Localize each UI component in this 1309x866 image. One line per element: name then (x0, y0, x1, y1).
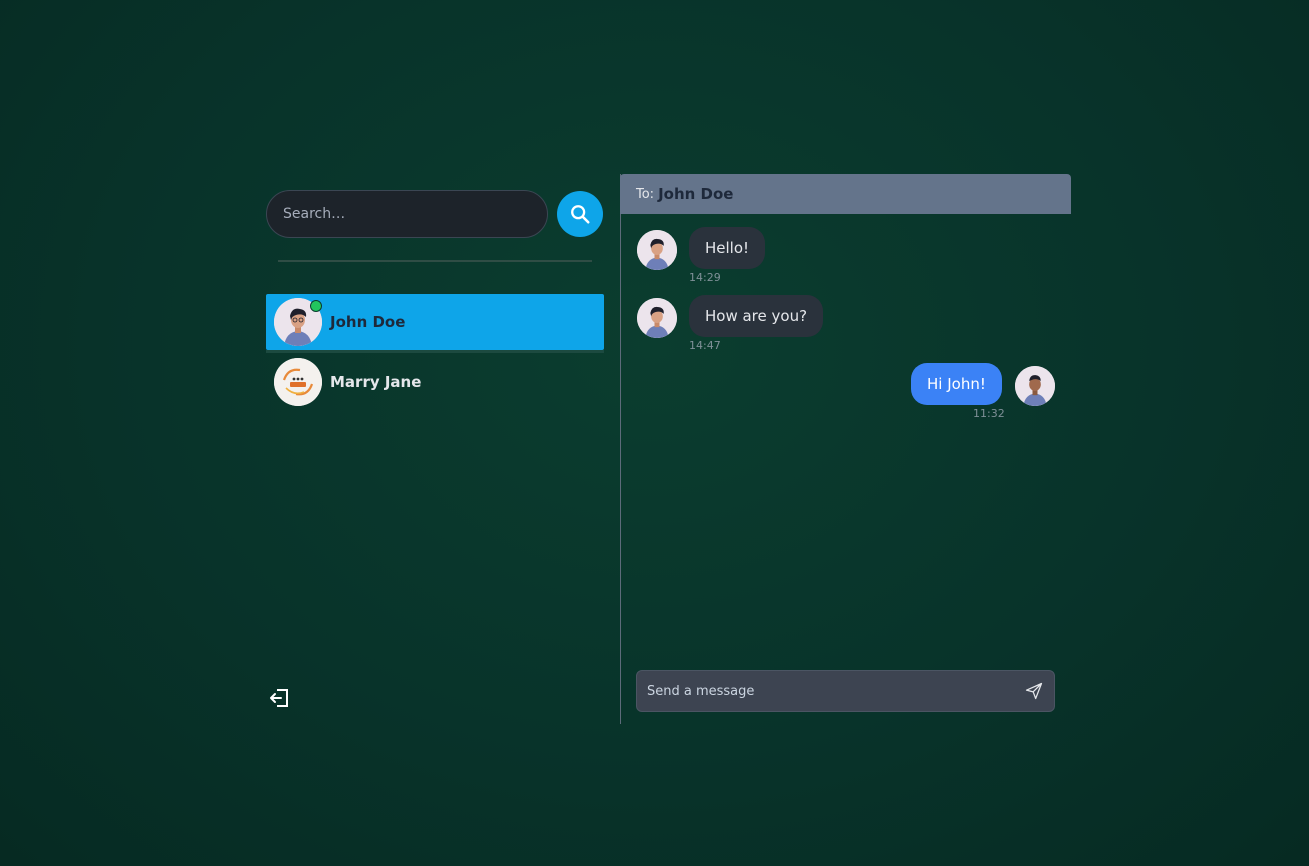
message-time: 14:29 (689, 271, 721, 284)
message-time: 11:32 (973, 407, 1005, 420)
search-button[interactable] (557, 191, 603, 237)
contact-separator (266, 350, 604, 353)
send-icon (1025, 682, 1043, 700)
recipient-name: John Doe (658, 185, 734, 203)
sidebar: John Doe Marry Jane (266, 174, 621, 724)
chat-header: To: John Doe (620, 174, 1071, 214)
logo-avatar (274, 358, 322, 406)
message-time: 14:47 (689, 339, 721, 352)
message-input[interactable] (637, 671, 1007, 711)
search-input[interactable] (266, 190, 548, 238)
contact-john-doe[interactable]: John Doe (266, 294, 604, 350)
search-row (266, 190, 604, 238)
to-label: To: (636, 186, 655, 202)
contact-name: John Doe (330, 313, 406, 331)
message-composer (636, 670, 1055, 712)
contact-avatar-wrap (274, 358, 322, 406)
sender-avatar (637, 298, 677, 338)
contact-marry-jane[interactable]: Marry Jane (266, 354, 604, 410)
logout-icon (270, 689, 288, 707)
contact-name: Marry Jane (330, 373, 422, 391)
message-bubble: Hi John! (911, 363, 1002, 405)
search-icon (571, 205, 590, 224)
chat-panel: To: John Doe Hello! 14:29 How are you? 1… (620, 174, 1071, 724)
sender-avatar (637, 230, 677, 270)
message-bubble: Hello! (689, 227, 766, 269)
chat-app: John Doe Marry Jane (266, 174, 1071, 724)
send-button[interactable] (1024, 681, 1044, 701)
sidebar-divider (278, 260, 592, 262)
online-status-dot (310, 300, 322, 312)
logout-button[interactable] (268, 686, 292, 710)
contact-avatar-wrap (274, 298, 322, 346)
own-avatar (1015, 366, 1055, 406)
message-bubble: How are you? (689, 295, 824, 337)
